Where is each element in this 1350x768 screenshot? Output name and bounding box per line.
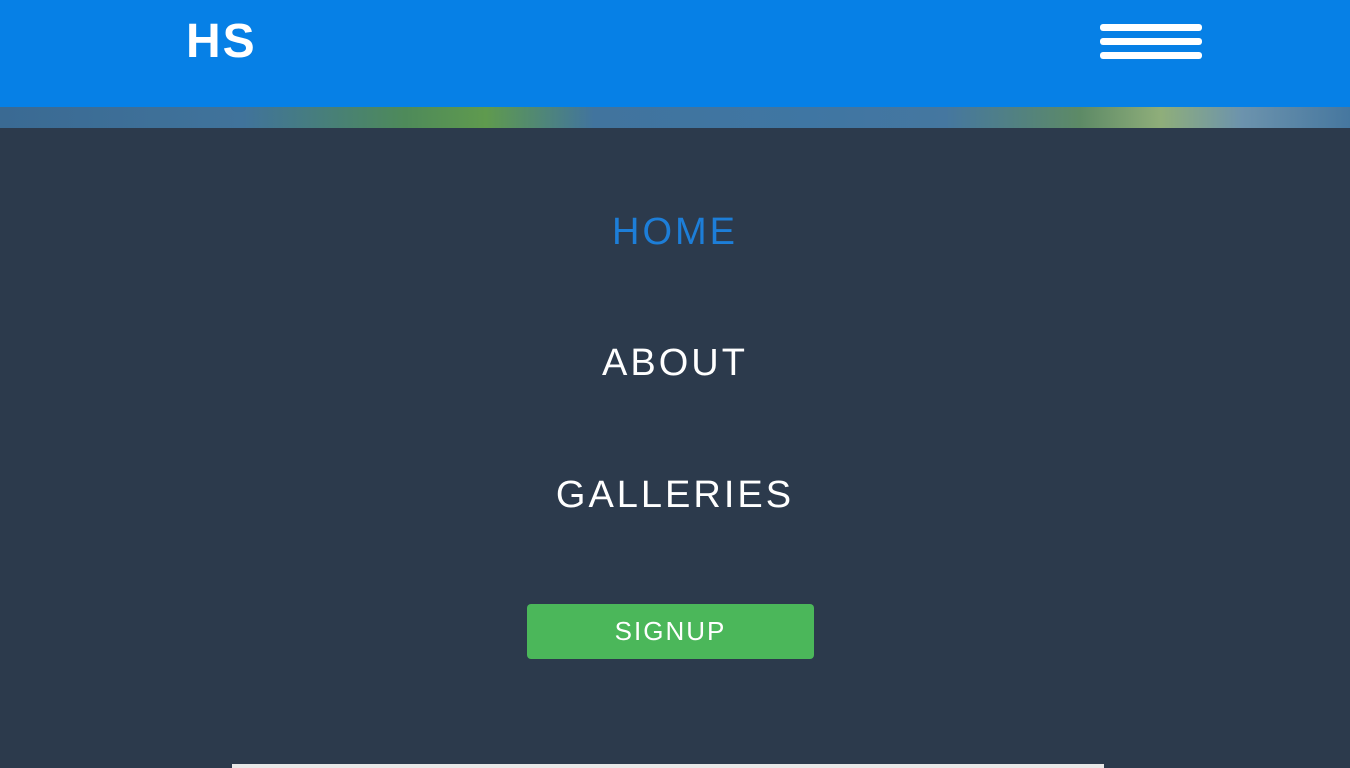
hamburger-line xyxy=(1100,24,1202,31)
nav-item-galleries[interactable]: GALLERIES xyxy=(0,473,1350,517)
signup-button[interactable]: SIGNUP xyxy=(527,604,814,659)
content-edge xyxy=(232,764,1104,768)
hero-image-strip xyxy=(0,107,1350,128)
nav-item-about[interactable]: ABOUT xyxy=(0,341,1350,385)
nav-item-home[interactable]: HOME xyxy=(0,210,1350,254)
top-navbar: HS xyxy=(0,0,1350,107)
hamburger-menu-icon[interactable] xyxy=(1100,22,1202,62)
site-logo[interactable]: HS xyxy=(186,14,257,70)
hamburger-line xyxy=(1100,38,1202,45)
mobile-nav-menu: HOME ABOUT GALLERIES SIGNUP xyxy=(0,128,1350,768)
hamburger-line xyxy=(1100,52,1202,59)
